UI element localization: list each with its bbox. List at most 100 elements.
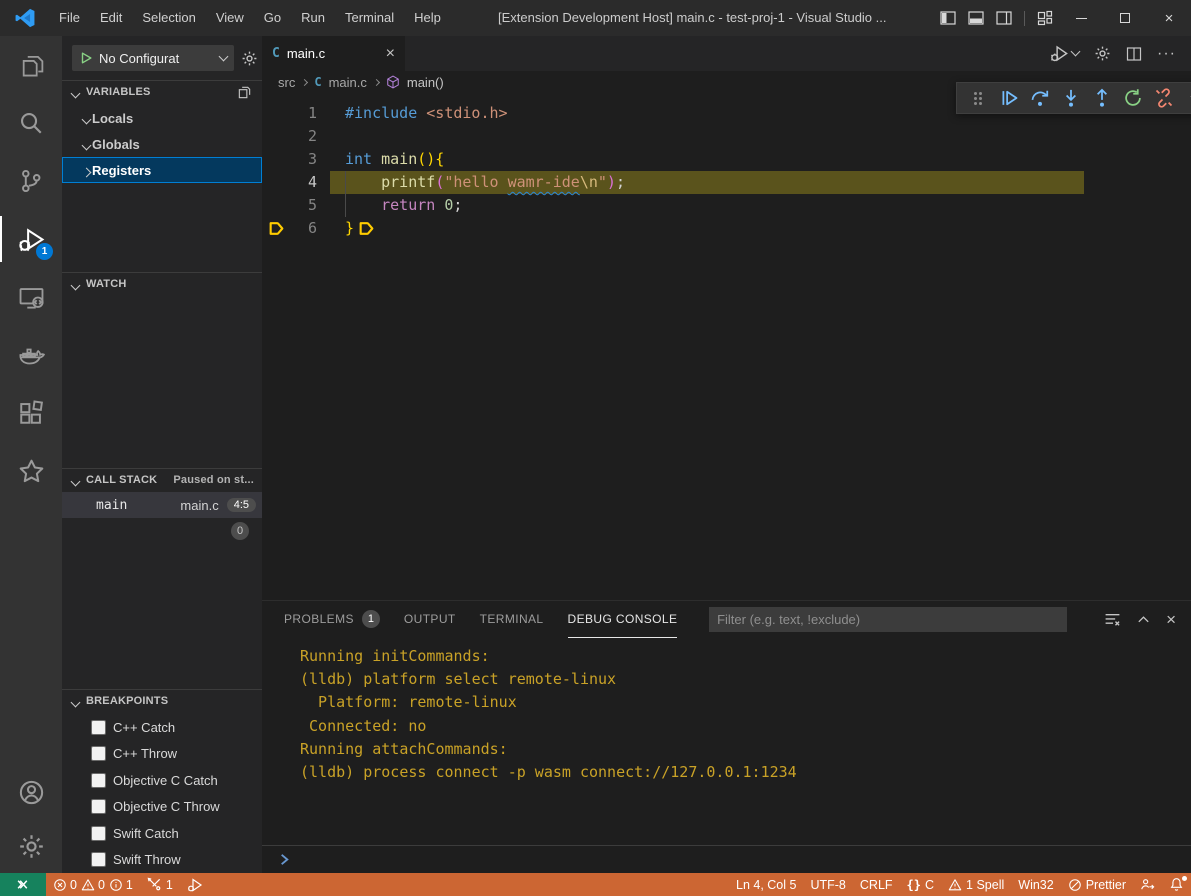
encoding-indicator[interactable]: UTF-8: [803, 873, 852, 896]
breakpoint-row[interactable]: C++ Catch: [62, 714, 262, 741]
maximize-panel-icon[interactable]: [1136, 612, 1151, 627]
breakpoint-checkbox[interactable]: [91, 720, 106, 735]
breakpoints-section-header[interactable]: BREAKPOINTS: [62, 689, 262, 712]
debug-console-input-row[interactable]: [262, 845, 1191, 873]
toggle-sidebar-icon[interactable]: [934, 0, 962, 36]
breakpoint-row[interactable]: Objective C Catch: [62, 767, 262, 794]
menu-item[interactable]: Run: [291, 0, 335, 36]
call-stack-frame[interactable]: main main.c 4:5: [62, 492, 262, 518]
accounts-button[interactable]: [0, 765, 62, 819]
code-text[interactable]: int main(){: [345, 148, 444, 171]
clear-console-icon[interactable]: [1104, 611, 1121, 628]
feedback-button[interactable]: [1133, 873, 1162, 896]
remote-indicator[interactable]: [0, 873, 46, 896]
toggle-panel-icon[interactable]: [962, 0, 990, 36]
call-stack-thread-row[interactable]: 0: [62, 518, 262, 544]
breakpoint-row[interactable]: Swift Throw: [62, 847, 262, 874]
toolbar-drag-handle[interactable]: [966, 86, 990, 110]
settings-button[interactable]: [0, 819, 62, 873]
breakpoint-checkbox[interactable]: [91, 746, 106, 761]
breakpoint-row[interactable]: C++ Throw: [62, 741, 262, 768]
breakpoint-checkbox[interactable]: [91, 773, 106, 788]
platform-indicator[interactable]: Win32: [1011, 873, 1060, 896]
language-mode[interactable]: {} C: [900, 873, 941, 896]
toggle-secondary-sidebar-icon[interactable]: [990, 0, 1018, 36]
formatter-status[interactable]: Prettier: [1061, 873, 1133, 896]
more-debug-actions-button[interactable]: [1183, 86, 1191, 110]
step-into-button[interactable]: [1059, 86, 1083, 110]
line-number[interactable]: 2: [262, 125, 317, 148]
minimize-button[interactable]: [1059, 0, 1103, 36]
notifications-button[interactable]: [1162, 873, 1191, 896]
panel-tab-terminal[interactable]: TERMINAL: [480, 601, 544, 638]
docker-whale-icon: [18, 342, 45, 369]
menu-item[interactable]: Help: [404, 0, 451, 36]
problems-status[interactable]: 0 0 1: [46, 873, 140, 896]
console-filter-input[interactable]: [709, 607, 1067, 632]
sidebar-item-source-control[interactable]: [0, 152, 62, 210]
call-stack-section-header[interactable]: CALL STACK Paused on st...: [62, 468, 262, 491]
breakpoint-row[interactable]: Objective C Throw: [62, 794, 262, 821]
section-title: CALL STACK: [86, 474, 157, 486]
spell-checker-status[interactable]: 1 Spell: [941, 873, 1011, 896]
menu-item[interactable]: File: [49, 0, 90, 36]
editor-tab-main-c[interactable]: C main.c ×: [262, 36, 405, 71]
variables-section-header[interactable]: VARIABLES: [62, 80, 262, 103]
breadcrumb-symbol[interactable]: main(): [407, 75, 444, 90]
menu-item[interactable]: Edit: [90, 0, 132, 36]
maximize-button[interactable]: [1103, 0, 1147, 36]
sidebar-item-search[interactable]: [0, 94, 62, 152]
launch-config-dropdown[interactable]: No Configurat: [72, 45, 234, 71]
watch-section-header[interactable]: WATCH: [62, 272, 262, 295]
restart-button[interactable]: [1121, 86, 1145, 110]
panel-tab-debug-console[interactable]: DEBUG CONSOLE: [568, 601, 678, 638]
breakpoint-row[interactable]: Swift Catch: [62, 820, 262, 847]
cursor-position[interactable]: Ln 4, Col 5: [729, 873, 803, 896]
line-number[interactable]: 3: [262, 148, 317, 171]
variables-scope-registers[interactable]: Registers: [62, 157, 262, 183]
step-over-button[interactable]: [1028, 86, 1052, 110]
menu-item[interactable]: View: [206, 0, 254, 36]
code-lines[interactable]: 1#include <stdio.h>23int main(){ 4 print…: [262, 93, 1191, 240]
customize-layout-icon[interactable]: [1031, 0, 1059, 36]
code-text[interactable]: }: [345, 217, 354, 240]
menu-item[interactable]: Selection: [132, 0, 205, 36]
sidebar-item-explorer[interactable]: [0, 36, 62, 94]
breakpoint-checkbox[interactable]: [91, 826, 106, 841]
breakpoint-checkbox[interactable]: [91, 799, 106, 814]
code-text[interactable]: return 0;: [345, 194, 462, 217]
variables-scope-locals[interactable]: Locals: [62, 105, 262, 131]
more-actions-icon[interactable]: ···: [1157, 49, 1176, 59]
copy-icon[interactable]: [237, 85, 252, 100]
activity-bar-bottom: [0, 765, 62, 873]
breadcrumb-folder[interactable]: src: [278, 75, 295, 90]
open-launch-json-gear-icon[interactable]: [241, 50, 258, 67]
close-button[interactable]: ×: [1147, 0, 1191, 36]
debug-status[interactable]: [180, 873, 210, 896]
menu-item[interactable]: Terminal: [335, 0, 404, 36]
panel-tab-output[interactable]: OUTPUT: [404, 601, 456, 638]
run-or-debug-button[interactable]: [1050, 44, 1079, 63]
step-out-button[interactable]: [1090, 86, 1114, 110]
sidebar-item-extensions[interactable]: [0, 384, 62, 442]
split-editor-icon[interactable]: [1126, 46, 1142, 62]
disconnect-button[interactable]: [1152, 86, 1176, 110]
continue-button[interactable]: [997, 86, 1021, 110]
code-text[interactable]: printf("hello wamr-ide\n");: [345, 171, 625, 194]
close-panel-icon[interactable]: ×: [1166, 614, 1176, 626]
sidebar-item-run-and-debug[interactable]: 1: [0, 210, 62, 268]
panel-tab-problems[interactable]: PROBLEMS1: [284, 601, 380, 638]
menu-item[interactable]: Go: [254, 0, 291, 36]
breadcrumb-file[interactable]: main.c: [329, 75, 367, 90]
eol-indicator[interactable]: CRLF: [853, 873, 900, 896]
tools-status[interactable]: 1: [140, 873, 180, 896]
gear-icon[interactable]: [1094, 45, 1111, 62]
code-text[interactable]: #include <stdio.h>: [345, 102, 508, 125]
line-number[interactable]: 1: [262, 102, 317, 125]
variables-scope-globals[interactable]: Globals: [62, 131, 262, 157]
close-tab-icon[interactable]: ×: [386, 46, 395, 62]
sidebar-item-wamr-ide[interactable]: [0, 442, 62, 500]
breakpoint-checkbox[interactable]: [91, 852, 106, 867]
sidebar-item-remote-explorer[interactable]: [0, 268, 62, 326]
sidebar-item-docker[interactable]: [0, 326, 62, 384]
